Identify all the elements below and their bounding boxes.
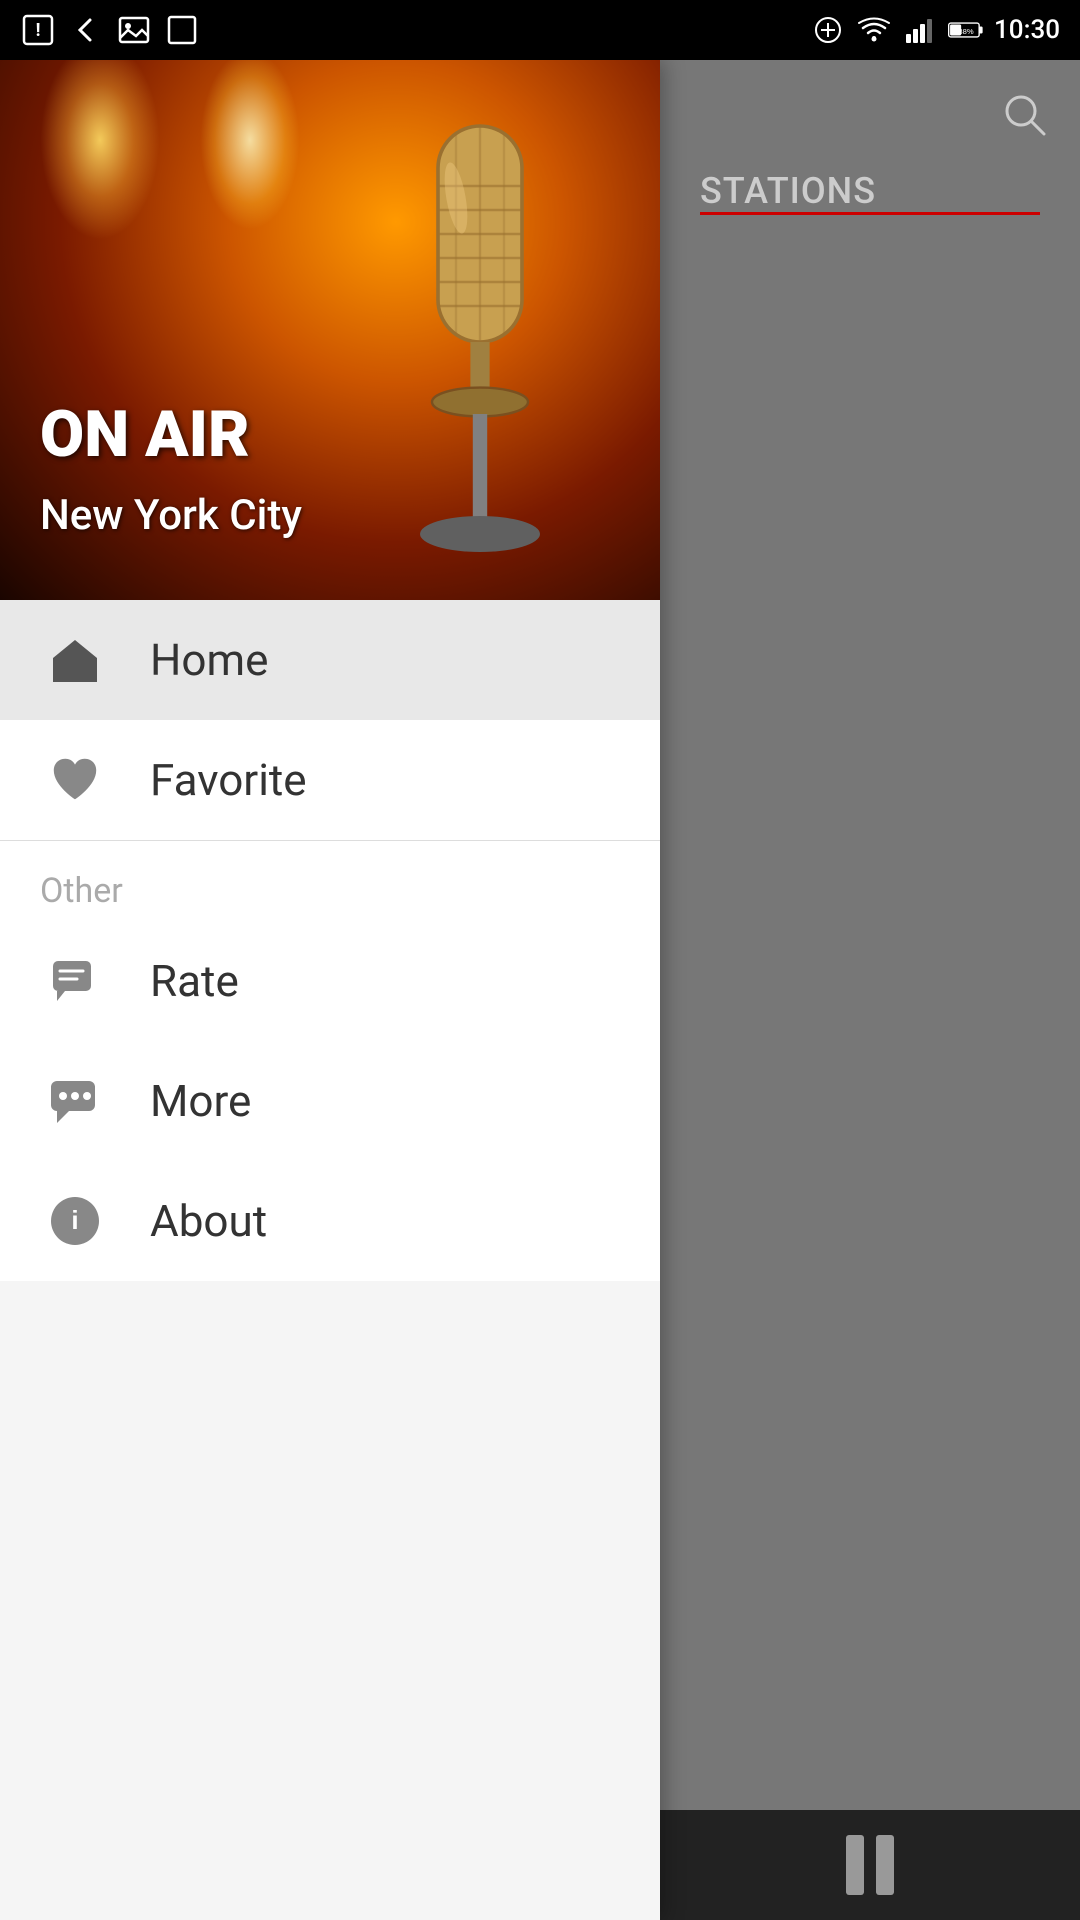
status-bar-left: ! <box>20 12 200 48</box>
content-header <box>660 60 1080 170</box>
pause-bar-left <box>846 1835 864 1895</box>
hero-background: ON AIR New York City <box>0 60 660 600</box>
rate-icon <box>40 946 110 1016</box>
nav-item-rate[interactable]: Rate <box>0 921 660 1041</box>
nav-item-about[interactable]: i About <box>0 1161 660 1281</box>
status-bar: ! <box>0 0 1080 60</box>
more-label: More <box>150 1075 251 1127</box>
signal-icon <box>902 12 938 48</box>
image-icon <box>116 12 152 48</box>
drawer-empty-space <box>0 1281 660 1920</box>
stage-light-right <box>200 60 300 230</box>
rate-label: Rate <box>150 955 239 1007</box>
stage-light-left <box>40 60 160 240</box>
nav-item-more[interactable]: More <box>0 1041 660 1161</box>
time-display: 10:30 <box>994 15 1060 45</box>
battery-icon: 38% <box>948 12 984 48</box>
back-icon[interactable] <box>68 12 104 48</box>
on-air-text: ON AIR <box>40 400 250 470</box>
stations-tab-container: STATIONS <box>660 170 1080 215</box>
wifi-icon <box>856 12 892 48</box>
bottom-player-bar[interactable] <box>660 1810 1080 1920</box>
main-container: ON AIR New York City Home Favorite <box>0 60 1080 1920</box>
pause-icon[interactable] <box>846 1835 894 1895</box>
home-label: Home <box>150 634 268 686</box>
pause-bar-right <box>876 1835 894 1895</box>
section-other-label: Other <box>0 841 660 921</box>
info-icon: i <box>40 1186 110 1256</box>
status-bar-right: 38% 10:30 <box>810 12 1060 48</box>
microphone-illustration <box>340 90 620 570</box>
nav-item-favorite[interactable]: Favorite <box>0 720 660 840</box>
svg-text:!: ! <box>36 20 41 41</box>
city-text: New York City <box>40 491 302 540</box>
notification-icon: ! <box>20 12 56 48</box>
home-icon <box>40 625 110 695</box>
add-icon <box>810 12 846 48</box>
stations-tab[interactable]: STATIONS <box>680 160 896 222</box>
square-icon <box>164 12 200 48</box>
content-area: STATIONS <box>660 60 1080 1920</box>
search-button[interactable] <box>990 80 1060 150</box>
hero-image: ON AIR New York City <box>0 60 660 600</box>
svg-text:i: i <box>71 1205 78 1235</box>
about-label: About <box>150 1195 267 1247</box>
more-icon <box>40 1066 110 1136</box>
navigation-drawer: ON AIR New York City Home Favorite <box>0 60 660 1920</box>
content-body <box>660 215 1080 1920</box>
favorite-label: Favorite <box>150 754 307 806</box>
svg-text:38%: 38% <box>958 27 973 36</box>
nav-item-home[interactable]: Home <box>0 600 660 720</box>
heart-icon <box>40 745 110 815</box>
